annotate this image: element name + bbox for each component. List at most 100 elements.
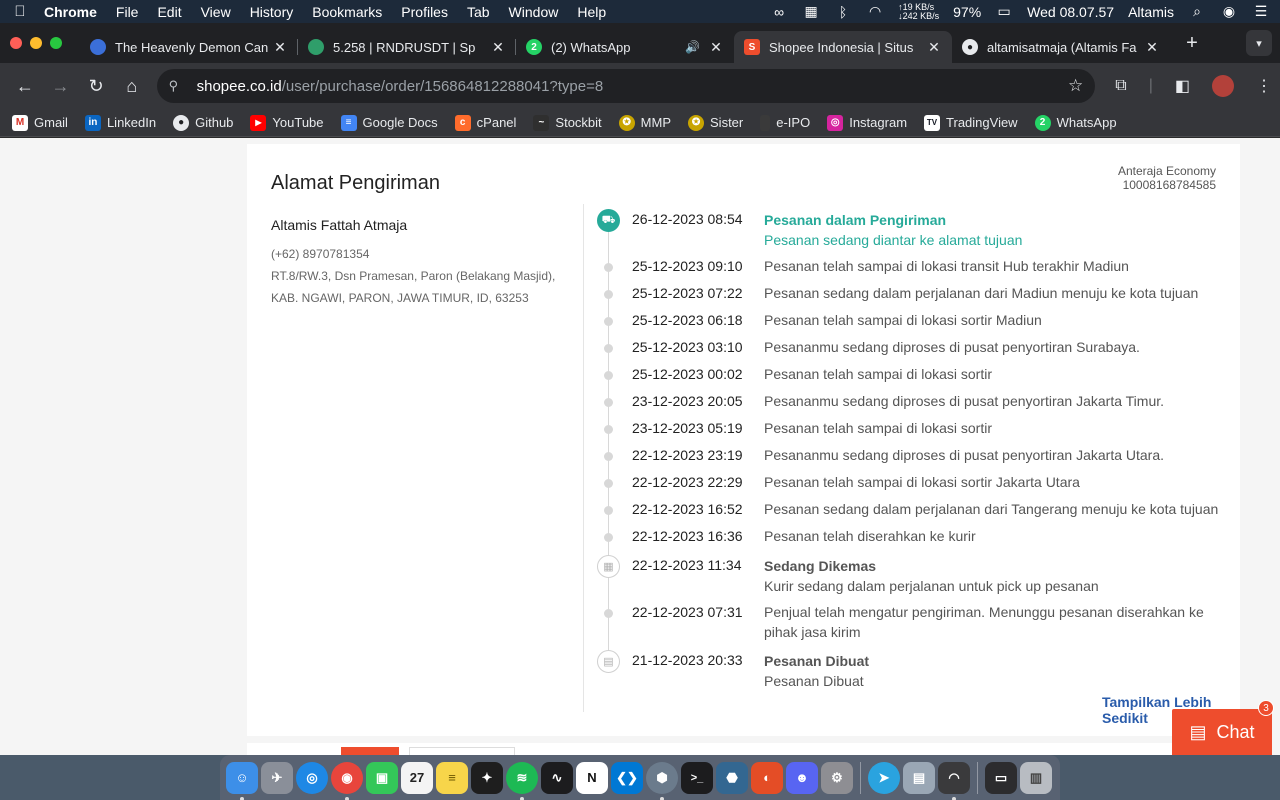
wifi-icon[interactable]: ◠ bbox=[866, 3, 884, 19]
vscode-icon[interactable]: ❮❯ bbox=[611, 761, 643, 794]
menu-window[interactable]: Window bbox=[509, 4, 559, 20]
bookmark-youtube[interactable]: ▶ YouTube bbox=[250, 114, 324, 131]
entry-time: 25-12-2023 03:10 bbox=[632, 339, 743, 355]
reload-icon[interactable]: ↻ bbox=[79, 69, 113, 103]
back-icon[interactable]: ← bbox=[8, 69, 42, 103]
system-settings-icon[interactable]: ⚙ bbox=[821, 761, 853, 794]
notion-icon[interactable]: N bbox=[576, 761, 608, 794]
profile-avatar[interactable] bbox=[1212, 75, 1234, 97]
tab-whatsapp[interactable]: 2 (2) WhatsApp 🔊 ✕ bbox=[516, 31, 734, 63]
close-window-icon[interactable] bbox=[10, 37, 22, 49]
menu-view[interactable]: View bbox=[201, 4, 231, 20]
chrome-icon[interactable]: ◉ bbox=[331, 761, 363, 800]
menu-edit[interactable]: Edit bbox=[157, 4, 181, 20]
telegram-icon[interactable]: ➤ bbox=[868, 761, 900, 794]
secondary-action-button[interactable] bbox=[409, 747, 515, 755]
tab-close-icon[interactable]: ✕ bbox=[272, 39, 288, 56]
tab-shopee[interactable]: S Shopee Indonesia | Situs ✕ bbox=[734, 31, 952, 63]
bookmark-sister[interactable]: ✪ Sister bbox=[688, 114, 743, 131]
tradingview-favicon-icon bbox=[308, 39, 324, 55]
site-info-icon[interactable]: ⚲ bbox=[169, 78, 187, 94]
battery-percent[interactable]: 97% bbox=[953, 4, 981, 20]
tab-rndrusdt[interactable]: 5.258 | RNDRUSDT | Sp ✕ bbox=[298, 31, 516, 63]
bookmark-e-ipo[interactable]: e-IPO bbox=[760, 114, 810, 131]
bookmark-github[interactable]: ● Github bbox=[173, 114, 233, 131]
user-name[interactable]: Altamis bbox=[1128, 4, 1174, 20]
truck-icon: ⛟ bbox=[597, 209, 620, 232]
entry-description: Pesanan Dibuat Pesanan Dibuat bbox=[764, 651, 1224, 691]
page-viewport[interactable]: Alamat Pengiriman Anteraja Economy 10008… bbox=[0, 138, 1280, 755]
bookmark-star-icon[interactable]: ☆ bbox=[1068, 76, 1083, 96]
calendar-icon[interactable]: 27 bbox=[401, 761, 433, 794]
wifi-utility-icon[interactable]: ◠ bbox=[938, 761, 970, 800]
tab-close-icon[interactable]: ✕ bbox=[490, 39, 506, 56]
timeline-dot bbox=[604, 290, 613, 299]
primary-action-button[interactable] bbox=[341, 747, 399, 755]
minimize-window-icon[interactable] bbox=[30, 37, 42, 49]
bookmark-tradingview[interactable]: TV TradingView bbox=[924, 114, 1018, 131]
preview-icon[interactable]: ▤ bbox=[903, 761, 935, 794]
bookmark-cpanel[interactable]: c cPanel bbox=[454, 114, 516, 131]
figma-icon[interactable]: ✦ bbox=[471, 761, 503, 794]
speaker-icon[interactable]: 🔊 bbox=[685, 40, 700, 54]
clock[interactable]: Wed 08.07.57 bbox=[1027, 4, 1114, 20]
forward-icon[interactable]: → bbox=[44, 69, 78, 103]
bookmark-whatsapp[interactable]: 2 WhatsApp bbox=[1034, 114, 1117, 131]
battery-icon[interactable]: ▭ bbox=[995, 3, 1013, 19]
tab-search-chevron-icon[interactable]: ▾ bbox=[1246, 30, 1272, 56]
apple-menu-icon[interactable]:  bbox=[10, 3, 30, 20]
menu-help[interactable]: Help bbox=[577, 4, 606, 20]
notes-icon[interactable]: ≡ bbox=[436, 761, 468, 794]
bookmark-gmail[interactable]: M Gmail bbox=[12, 114, 68, 131]
new-tab-icon[interactable]: + bbox=[1180, 32, 1204, 55]
bookmark-mmp[interactable]: ✪ MMP bbox=[618, 114, 671, 131]
chat-button[interactable]: ▤ Chat bbox=[1172, 709, 1272, 755]
bookmark-linkedin[interactable]: in LinkedIn bbox=[84, 114, 156, 131]
tab-close-icon[interactable]: ✕ bbox=[926, 39, 942, 56]
trash-icon[interactable]: ▥ bbox=[1020, 761, 1052, 794]
extensions-icon[interactable]: ⧉ bbox=[1115, 77, 1126, 95]
status-area: ∞ ▦ ᛒ ◠ ↑19 KB/s ↓242 KB/s 97% ▭ Wed 08.… bbox=[770, 2, 1270, 21]
chrome-menu-icon[interactable]: ⋮ bbox=[1256, 76, 1272, 96]
tableplus-icon[interactable]: ⬢ bbox=[646, 761, 678, 800]
menu-bookmarks[interactable]: Bookmarks bbox=[312, 4, 382, 20]
menu-app-name[interactable]: Chrome bbox=[44, 4, 97, 20]
bookmark-google-docs[interactable]: ≡ Google Docs bbox=[340, 114, 438, 131]
launchpad-icon[interactable]: ✈ bbox=[261, 761, 293, 794]
siri-icon[interactable]: ◉ bbox=[1220, 3, 1238, 19]
next-section-peek bbox=[247, 743, 1240, 755]
tab-github[interactable]: ● altamisatmaja (Altamis Fa ✕ bbox=[952, 31, 1170, 63]
discord-icon[interactable]: ☻ bbox=[786, 761, 818, 794]
menu-file[interactable]: File bbox=[116, 4, 139, 20]
creative-cloud-icon[interactable]: ∞ bbox=[770, 4, 788, 20]
finder-icon[interactable]: ☺ bbox=[226, 761, 258, 800]
facetime-icon[interactable]: ▣ bbox=[366, 761, 398, 794]
address-bar[interactable]: ⚲ shopee.co.id /user/purchase/order/1568… bbox=[156, 69, 1096, 103]
home-icon[interactable]: ⌂ bbox=[115, 69, 149, 103]
bookmark-stockbit[interactable]: ~ Stockbit bbox=[533, 114, 602, 131]
menu-history[interactable]: History bbox=[250, 4, 294, 20]
receipt-icon: ▤ bbox=[597, 650, 620, 673]
terminal-icon[interactable]: >_ bbox=[681, 761, 713, 794]
menu-tab[interactable]: Tab bbox=[467, 4, 490, 20]
entry-text: Pesanan telah sampai di lokasi sortir Ja… bbox=[764, 474, 1080, 490]
safari-icon[interactable]: ◎ bbox=[296, 761, 328, 794]
tab-heavenly-demon[interactable]: The Heavenly Demon Can ✕ bbox=[80, 31, 298, 63]
bluetooth-icon[interactable]: ᛒ bbox=[834, 4, 852, 20]
spotify-icon[interactable]: ≋ bbox=[506, 761, 538, 800]
bookmark-instagram[interactable]: ◎ Instagram bbox=[827, 114, 907, 131]
postgres-icon[interactable]: ⬣ bbox=[716, 761, 748, 794]
tab-close-icon[interactable]: ✕ bbox=[1144, 39, 1160, 56]
zoom-window-icon[interactable] bbox=[50, 37, 62, 49]
side-panel-icon[interactable]: ◧ bbox=[1175, 76, 1190, 96]
google-docs-icon: ≡ bbox=[340, 114, 357, 131]
control-center-icon[interactable]: ☰ bbox=[1252, 3, 1270, 19]
tab-close-icon[interactable]: ✕ bbox=[708, 39, 724, 56]
calendar-status-icon[interactable]: ▦ bbox=[802, 3, 820, 19]
entry-heading: Sedang Dikemas bbox=[764, 558, 877, 574]
adobe-icon[interactable]: ◐ bbox=[751, 761, 783, 794]
menu-profiles[interactable]: Profiles bbox=[401, 4, 448, 20]
desktop-stack-icon[interactable]: ▭ bbox=[985, 761, 1017, 794]
stocks-icon[interactable]: ∿ bbox=[541, 761, 573, 794]
spotlight-search-icon[interactable]: ⌕ bbox=[1188, 3, 1206, 19]
